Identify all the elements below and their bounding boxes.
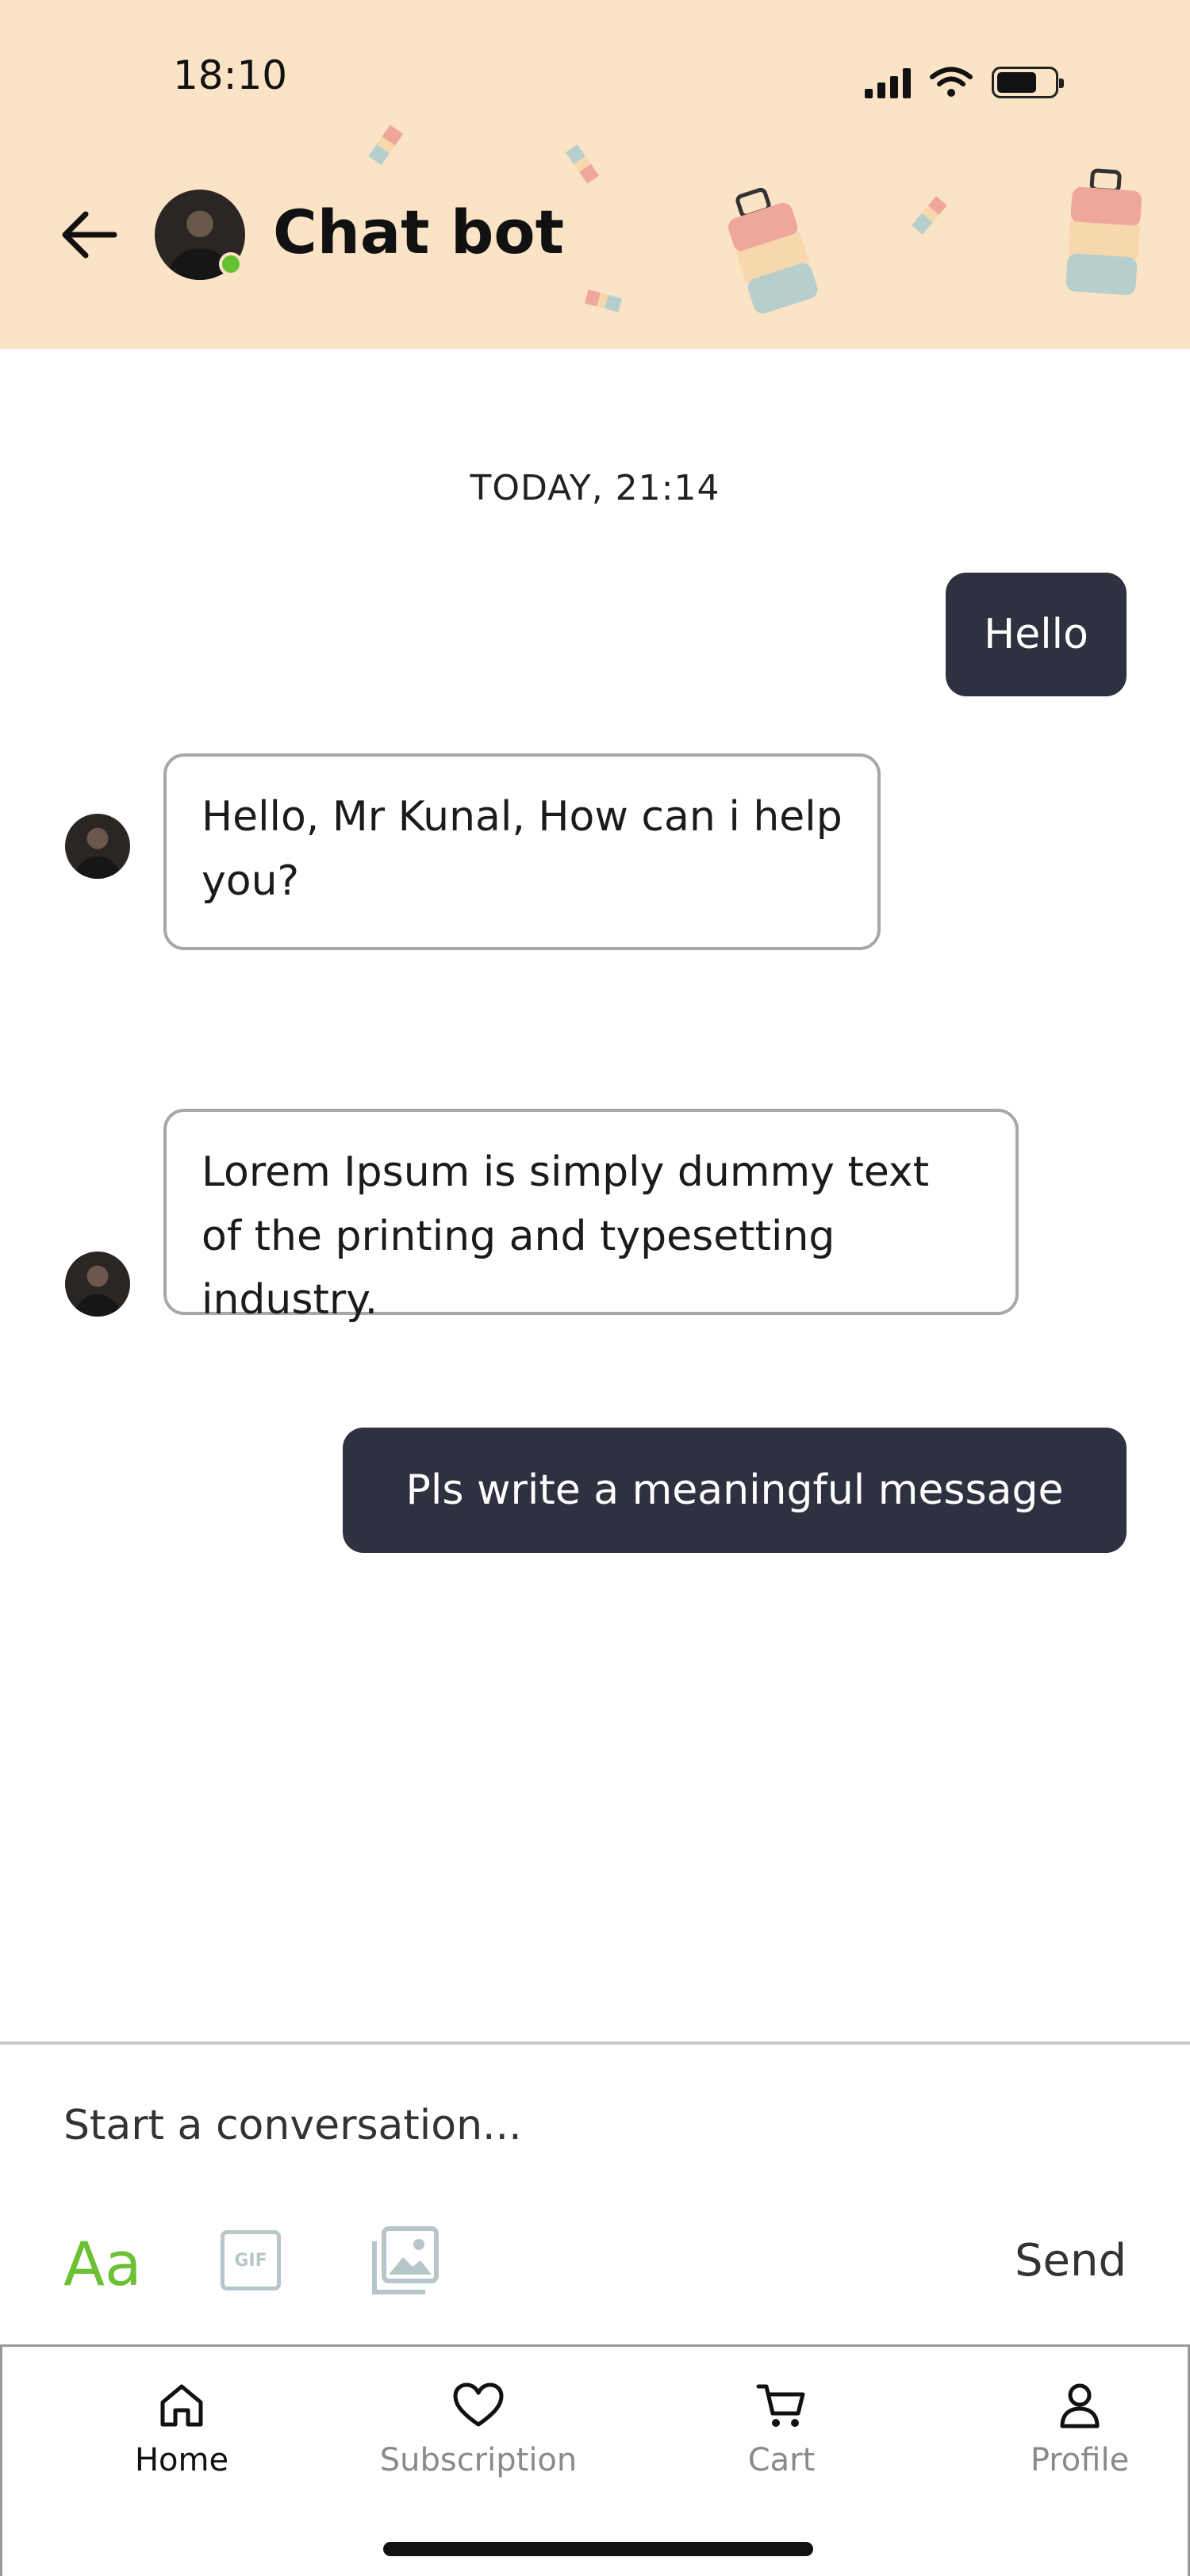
send-button[interactable]: Send <box>1015 2235 1127 2287</box>
nav-item-home[interactable]: Home <box>63 2347 301 2505</box>
luggage-decoration-icon <box>1065 168 1142 296</box>
luggage-decoration-icon <box>584 289 623 312</box>
message-input[interactable] <box>63 2094 936 2157</box>
bot-avatar-small <box>65 1252 130 1317</box>
incoming-message[interactable]: Lorem Ipsum is simply dummy text of the … <box>163 1109 1019 1324</box>
outgoing-message[interactable]: Pls write a meaningful message <box>343 1428 1127 1553</box>
bottom-navigation: Home Subscription Cart Profile <box>0 2344 1190 2576</box>
status-bar-icons <box>865 67 1064 98</box>
chat-header: 18:10 Chat bot <box>0 0 1190 349</box>
nav-item-profile[interactable]: Profile <box>961 2347 1190 2505</box>
gif-label: GIF <box>234 2250 267 2271</box>
cellular-signal-icon <box>865 67 911 98</box>
bot-avatar-small <box>65 814 130 879</box>
home-indicator[interactable] <box>383 2542 813 2556</box>
nav-label-profile: Profile <box>1030 2442 1130 2478</box>
conversation-timestamp: TODAY, 21:14 <box>470 468 720 508</box>
heart-icon <box>453 2382 504 2427</box>
luggage-decoration-icon <box>565 144 600 184</box>
gallery-icon[interactable] <box>370 2225 441 2297</box>
outgoing-message[interactable]: Hello <box>946 573 1127 696</box>
luggage-decoration-icon <box>368 125 404 166</box>
nav-item-cart[interactable]: Cart <box>662 2347 900 2505</box>
online-status-indicator <box>219 252 243 276</box>
status-bar-time: 18:10 <box>173 52 288 98</box>
battery-icon <box>992 67 1064 98</box>
nav-label-cart: Cart <box>747 2442 816 2478</box>
composer-divider <box>0 2041 1190 2045</box>
nav-label-home: Home <box>134 2442 229 2478</box>
message-text: Hello <box>984 611 1088 658</box>
chat-title: Chat bot <box>273 197 564 267</box>
nav-label-subscription: Subscription <box>379 2442 578 2478</box>
back-arrow-icon[interactable] <box>59 205 119 265</box>
nav-item-subscription[interactable]: Subscription <box>359 2347 597 2505</box>
message-text: Lorem Ipsum is simply dummy text of the … <box>202 1148 930 1324</box>
message-text: Pls write a meaningful message <box>405 1466 1064 1514</box>
gif-icon[interactable]: GIF <box>221 2230 281 2290</box>
home-icon <box>160 2384 203 2427</box>
message-text: Hello, Mr Kunal, How can i help you? <box>202 793 843 905</box>
wifi-icon <box>930 67 973 97</box>
luggage-decoration-icon <box>912 196 947 235</box>
luggage-decoration-icon <box>728 187 818 314</box>
profile-icon <box>1060 2383 1100 2428</box>
cart-icon <box>756 2384 805 2427</box>
text-format-button[interactable]: Aa <box>63 2229 142 2299</box>
incoming-message[interactable]: Hello, Mr Kunal, How can i help you? <box>163 753 881 950</box>
